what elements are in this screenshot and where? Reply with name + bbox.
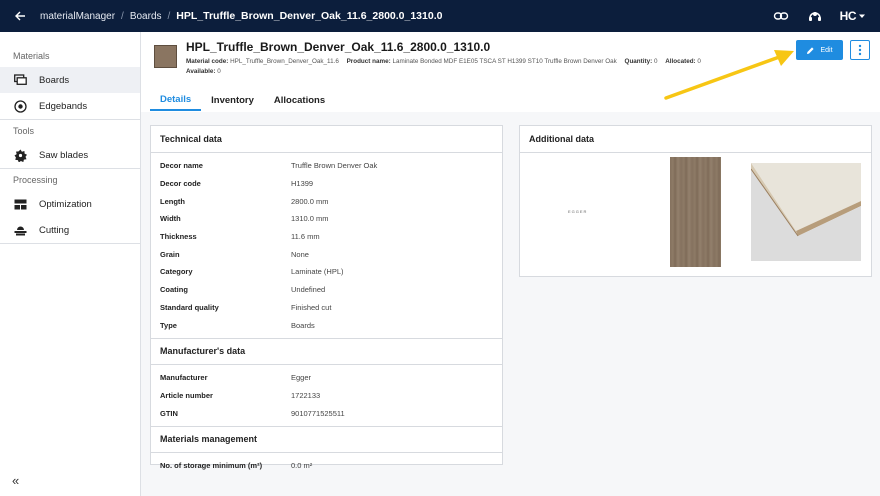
optimization-icon [13, 197, 27, 211]
technical-row: Grain None [151, 245, 502, 263]
cutting-icon [13, 223, 27, 237]
additional-data-card: Additional data EGGER [519, 125, 872, 277]
technical-row: Category Laminate (HPL) [151, 263, 502, 281]
row-value: Finished cut [291, 302, 332, 312]
meta-product-name: Product name: Laminate Bonded MDF E1E05 … [346, 58, 617, 65]
manufacturer-row: Manufacturer Egger [151, 369, 502, 387]
row-label: GTIN [160, 408, 178, 418]
back-button[interactable] [0, 0, 40, 32]
brand-logo: HC [839, 9, 857, 23]
sidebar-item-label: Edgebands [39, 100, 88, 112]
row-label: Article number [160, 390, 213, 400]
sidebar-section-materials: Materials [13, 51, 50, 61]
sidebar-item-label: Cutting [39, 224, 70, 236]
row-label: Category [160, 267, 193, 277]
row-label: Grain [160, 249, 180, 259]
tab-inventory[interactable]: Inventory [201, 89, 264, 111]
manufacturer-data-title: Manufacturer's data [151, 337, 502, 365]
meta-quantity: Quantity: 0 [624, 58, 658, 65]
arrow-left-icon [15, 11, 25, 21]
collapse-sidebar-button[interactable]: « [12, 473, 19, 488]
edit-button[interactable]: Edit [796, 40, 843, 60]
top-bar: materialManager / Boards / HPL_Truffle_B… [0, 0, 880, 32]
row-label: No. of storage minimum (m²) [160, 461, 263, 471]
detail-tabs: Details Inventory Allocations [150, 89, 335, 111]
board-corner-image[interactable] [751, 163, 861, 261]
technical-row: Decor name Truffle Brown Denver Oak [151, 157, 502, 175]
pencil-icon [807, 46, 815, 54]
row-label: Type [160, 320, 177, 330]
row-label: Decor code [160, 179, 201, 189]
management-row: No. of storage minimum (m²) 0.0 m² [151, 457, 502, 475]
sidebar-item-boards[interactable]: Boards [0, 67, 140, 93]
row-label: Coating [160, 285, 188, 295]
technical-row: Type Boards [151, 316, 502, 334]
brand-menu[interactable]: HC [840, 9, 866, 23]
row-value: Egger [291, 373, 312, 383]
sidebar-item-label: Saw blades [39, 149, 89, 161]
row-value: 0.0 m² [291, 461, 313, 471]
materials-management-title: Materials management [151, 425, 502, 453]
row-label: Width [160, 214, 181, 224]
sidebar-item-saw-blades[interactable]: Saw blades [0, 142, 140, 168]
row-label: Manufacturer [160, 373, 208, 383]
more-options-button[interactable] [850, 40, 870, 60]
technical-row: Thickness 11.6 mm [151, 228, 502, 246]
breadcrumb-boards[interactable]: Boards [130, 11, 162, 22]
technical-row: Coating Undefined [151, 281, 502, 299]
row-value: Boards [291, 320, 315, 330]
sidebar-item-cutting[interactable]: Cutting [0, 217, 140, 243]
egger-logo: EGGER [568, 209, 588, 214]
row-label: Standard quality [160, 302, 219, 312]
pointer-arrow-icon [664, 50, 794, 100]
manufacturer-row: GTIN 9010771525511 [151, 404, 502, 422]
row-value: None [291, 249, 309, 259]
row-value: 9010771525511 [291, 408, 345, 418]
material-thumbnail [154, 45, 177, 68]
sidebar: Materials Boards Edgebands Tools Saw bla… [0, 32, 141, 496]
sidebar-item-optimization[interactable]: Optimization [0, 191, 140, 217]
technical-row: Length 2800.0 mm [151, 192, 502, 210]
row-value: 2800.0 mm [291, 196, 329, 206]
row-value: H1399 [291, 179, 314, 189]
breadcrumb-app[interactable]: materialManager [40, 11, 115, 22]
edit-button-label: Edit [820, 46, 833, 54]
row-label: Thickness [160, 232, 197, 242]
meta-available: Available: 0 [186, 68, 221, 75]
decor-swatch-image[interactable] [670, 157, 721, 267]
additional-data-title: Additional data [520, 126, 871, 153]
sidebar-item-edgebands[interactable]: Edgebands [0, 93, 140, 119]
edgeband-icon [13, 99, 27, 113]
row-value: 11.6 mm [291, 232, 320, 242]
saw-blade-icon [13, 148, 27, 162]
page-title: HPL_Truffle_Brown_Denver_Oak_11.6_2800.0… [186, 40, 491, 54]
row-value: 1722133 [291, 390, 321, 400]
sidebar-item-label: Boards [39, 74, 70, 86]
row-value: 1310.0 mm [291, 214, 329, 224]
meta-material-code: Material code: HPL_Truffle_Brown_Denver_… [186, 58, 339, 65]
caret-down-icon [859, 14, 865, 18]
more-vertical-icon [858, 44, 862, 56]
support-icon[interactable] [806, 7, 824, 25]
row-value: Laminate (HPL) [291, 267, 344, 277]
sidebar-item-label: Optimization [39, 198, 92, 210]
row-value: Truffle Brown Denver Oak [291, 161, 378, 171]
tab-allocations[interactable]: Allocations [264, 89, 335, 111]
sidebar-section-processing: Processing [13, 175, 58, 185]
breadcrumb: materialManager / Boards / HPL_Truffle_B… [40, 10, 443, 22]
row-label: Length [160, 196, 185, 206]
boards-icon [13, 73, 27, 87]
manufacturer-row: Article number 1722133 [151, 387, 502, 405]
tab-details[interactable]: Details [150, 89, 202, 111]
technical-row: Standard quality Finished cut [151, 299, 502, 317]
row-value: Undefined [291, 285, 326, 295]
technical-row: Width 1310.0 mm [151, 210, 502, 228]
technical-data-title: Technical data [151, 126, 502, 153]
link-icon[interactable] [772, 7, 790, 25]
sidebar-section-tools: Tools [13, 126, 35, 136]
technical-data-card: Technical data Decor name Truffle Brown D… [150, 125, 503, 470]
row-label: Decor name [160, 161, 203, 171]
technical-row: Decor code H1399 [151, 175, 502, 193]
breadcrumb-current: HPL_Truffle_Brown_Denver_Oak_11.6_2800.0… [176, 10, 443, 22]
